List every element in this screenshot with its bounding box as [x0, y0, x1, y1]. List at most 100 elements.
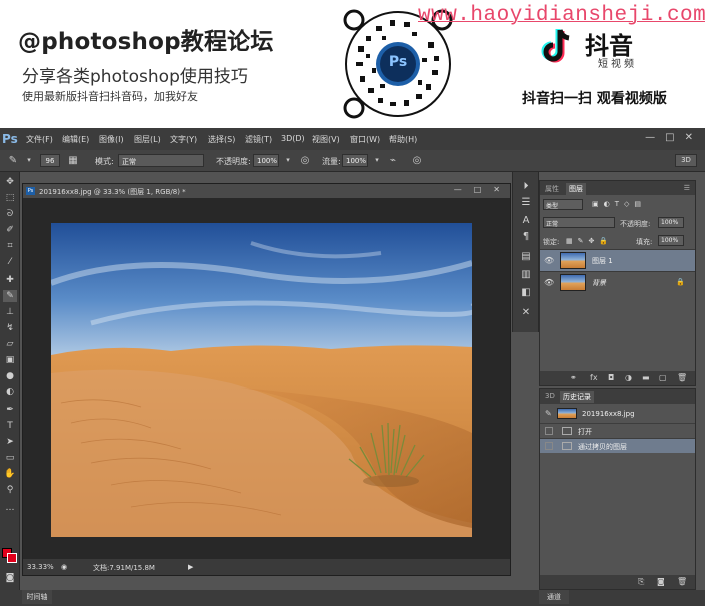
clone-stamp-tool-icon[interactable]: ⊥: [3, 306, 17, 318]
tab-properties[interactable]: 属性: [542, 183, 562, 195]
paragraph-panel-icon[interactable]: ¶: [519, 230, 533, 244]
airbrush-icon[interactable]: ⌁: [386, 154, 400, 167]
new-group-icon[interactable]: ▬: [642, 373, 650, 382]
extra-tools-icon[interactable]: …: [3, 502, 17, 514]
lock-icons[interactable]: ▦✎✥🔒: [566, 237, 613, 245]
3d-workspace-button[interactable]: 3D: [675, 154, 697, 167]
menu-window[interactable]: 窗口(W): [350, 134, 380, 145]
close-button[interactable]: ✕: [685, 132, 693, 143]
crop-tool-icon[interactable]: ⌗: [3, 240, 17, 252]
eyedropper-tool-icon[interactable]: ⁄: [3, 256, 17, 268]
background-color-swatch[interactable]: [7, 553, 17, 563]
menu-type[interactable]: 文字(Y): [170, 134, 197, 145]
mode-select[interactable]: 正常: [118, 154, 204, 167]
marquee-tool-icon[interactable]: ⬚: [3, 192, 17, 204]
swatches-panel-icon[interactable]: ▤: [519, 250, 533, 264]
new-document-icon[interactable]: ⎘: [638, 577, 644, 587]
gradient-tool-icon[interactable]: ▣: [3, 354, 17, 366]
menu-file[interactable]: 文件(F): [26, 134, 53, 145]
move-tool-icon[interactable]: ✥: [3, 176, 17, 188]
blur-tool-icon[interactable]: ●: [3, 370, 17, 382]
timeline-tab[interactable]: 时间轴: [22, 590, 52, 604]
channels-tab[interactable]: 通道: [539, 590, 569, 604]
add-mask-icon[interactable]: ◘: [608, 373, 614, 382]
menu-select[interactable]: 选择(S): [208, 134, 235, 145]
delete-layer-icon[interactable]: 🗑: [677, 373, 687, 382]
doc-minimize-button[interactable]: —: [454, 185, 462, 194]
lasso-tool-icon[interactable]: ᘐ: [3, 208, 17, 220]
eye-icon[interactable]: 👁: [544, 278, 554, 287]
flow-input[interactable]: 100%: [342, 154, 368, 167]
history-brush-tool-icon[interactable]: ↯: [3, 322, 17, 334]
website-url[interactable]: www.haoyidiansheji.com: [418, 4, 705, 27]
brush-tool-icon[interactable]: ✎: [6, 154, 20, 167]
snapshot-camera-icon[interactable]: ◙: [657, 577, 665, 586]
tab-layers[interactable]: 图层: [566, 183, 586, 195]
doc-maximize-button[interactable]: □: [474, 185, 482, 194]
canvas-desert-image[interactable]: [51, 223, 472, 537]
status-info-icon[interactable]: ◉: [61, 563, 67, 571]
tab-3d[interactable]: 3D: [542, 391, 558, 401]
pressure-opacity-icon[interactable]: ◎: [298, 154, 312, 167]
eraser-tool-icon[interactable]: ▱: [3, 338, 17, 350]
menu-image[interactable]: 图像(I): [99, 134, 124, 145]
blend-mode-select[interactable]: 正常: [543, 217, 615, 228]
history-snapshot[interactable]: ✎ 201916xx8.jpg: [540, 403, 695, 423]
history-panel-icon[interactable]: ⏵: [519, 180, 533, 194]
brush-size-picker[interactable]: 96: [40, 154, 60, 167]
link-layers-icon[interactable]: ⚭: [570, 373, 577, 382]
history-brush-source-icon[interactable]: ✎: [545, 409, 553, 418]
menu-layer[interactable]: 图层(L): [134, 134, 161, 145]
fill-input[interactable]: 100%: [658, 235, 684, 246]
new-layer-icon[interactable]: ▢: [659, 373, 667, 382]
opacity-input[interactable]: 100%: [253, 154, 279, 167]
history-checkbox[interactable]: [545, 442, 553, 450]
adjustment-layer-icon[interactable]: ◑: [625, 373, 632, 382]
zoom-tool-icon[interactable]: ⚲: [3, 484, 17, 496]
tools-panel-icon[interactable]: ✕: [519, 306, 533, 320]
minimize-button[interactable]: —: [645, 132, 655, 143]
dodge-tool-icon[interactable]: ◐: [3, 386, 17, 398]
delete-history-icon[interactable]: 🗑: [677, 577, 687, 586]
healing-brush-tool-icon[interactable]: ✚: [3, 274, 17, 286]
history-checkbox[interactable]: [545, 427, 553, 435]
layer-row[interactable]: 👁 背景 🔒: [540, 271, 695, 293]
history-step[interactable]: 打开: [540, 423, 695, 438]
styles-panel-icon[interactable]: ▥: [519, 268, 533, 282]
path-select-tool-icon[interactable]: ➤: [3, 436, 17, 448]
menu-edit[interactable]: 编辑(E): [62, 134, 89, 145]
document-tab[interactable]: Ps 201916xx8.jpg @ 33.3% (图层 1, RGB/8) *…: [23, 184, 510, 198]
menu-view[interactable]: 视图(V): [312, 134, 340, 145]
menu-filter[interactable]: 滤镜(T): [245, 134, 272, 145]
pressure-size-icon[interactable]: ◎: [410, 154, 424, 167]
quick-mask-icon[interactable]: ◙: [3, 572, 17, 584]
layer-row[interactable]: 👁 图层 1: [540, 249, 695, 271]
menu-help[interactable]: 帮助(H): [389, 134, 417, 145]
history-step[interactable]: 通过拷贝的图层: [540, 438, 695, 453]
panel-menu-icon[interactable]: ☰: [681, 183, 693, 193]
brush-panel-icon[interactable]: ▦: [66, 154, 80, 167]
character-panel-icon[interactable]: A: [519, 214, 533, 228]
adjustments-panel-icon[interactable]: ◧: [519, 286, 533, 300]
brush-tool-icon[interactable]: ✎: [3, 290, 17, 302]
pen-tool-icon[interactable]: ✒: [3, 404, 17, 416]
eye-icon[interactable]: 👁: [544, 256, 554, 265]
doc-close-button[interactable]: ✕: [493, 185, 500, 194]
status-menu-arrow-icon[interactable]: ▶: [188, 563, 193, 571]
zoom-level[interactable]: 33.33%: [27, 563, 54, 571]
tab-history[interactable]: 历史记录: [560, 391, 594, 403]
maximize-button[interactable]: □: [665, 132, 674, 143]
menu-3d[interactable]: 3D(D): [281, 134, 305, 143]
layer-filter-select[interactable]: 类型: [543, 199, 583, 210]
hand-tool-icon[interactable]: ✋: [3, 468, 17, 480]
properties-panel-icon[interactable]: ☰: [519, 196, 533, 210]
dropdown-arrow-icon[interactable]: ▾: [22, 154, 36, 167]
shape-tool-icon[interactable]: ▭: [3, 452, 17, 464]
opacity-dropdown-icon[interactable]: ▾: [281, 154, 295, 167]
type-tool-icon[interactable]: T: [3, 420, 17, 432]
flow-dropdown-icon[interactable]: ▾: [370, 154, 384, 167]
filter-icons[interactable]: ▣◐T◇▤: [592, 200, 646, 208]
fx-icon[interactable]: fx: [590, 373, 598, 382]
layer-opacity-input[interactable]: 100%: [658, 217, 684, 228]
quick-select-tool-icon[interactable]: ✐: [3, 224, 17, 236]
